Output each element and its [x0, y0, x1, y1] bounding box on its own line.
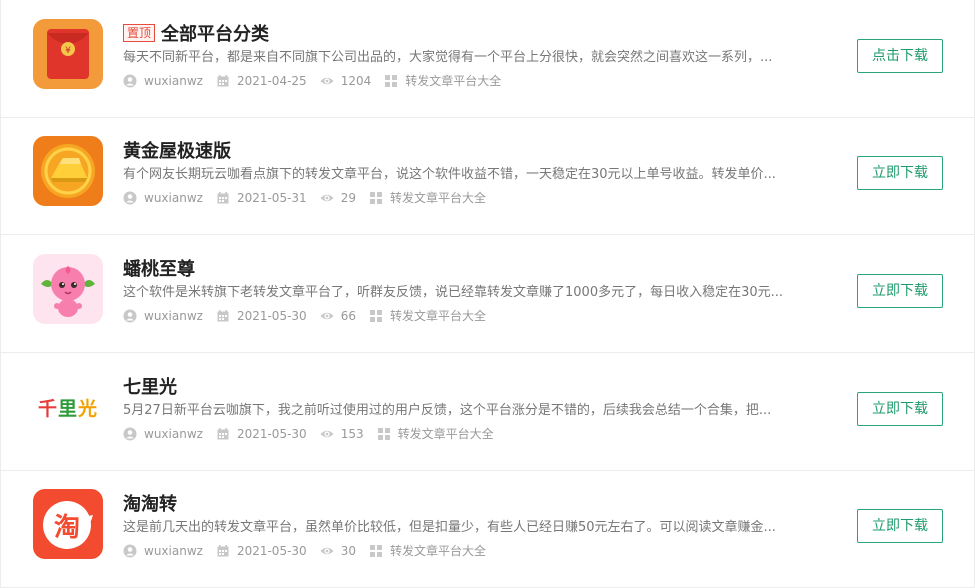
- category-link[interactable]: 转发文章平台大全: [398, 424, 494, 444]
- svg-text:¥: ¥: [65, 46, 71, 56]
- publish-date: 2021-05-30: [236, 427, 307, 441]
- item-description: 有个网友长期玩云咖看点旗下的转发文章平台，说这个软件收益不错，一天稳定在30元以…: [123, 167, 776, 182]
- publish-date: 2021-05-30: [236, 309, 307, 323]
- category-link[interactable]: 转发文章平台大全: [390, 188, 486, 208]
- item-title[interactable]: 七里光: [123, 373, 177, 399]
- author-name: wuxianwz: [144, 544, 203, 558]
- grid-icon: [369, 544, 383, 558]
- item-description: 每天不同新平台，都是来自不同旗下公司出品的，大家觉得有一个平台上分很快，就会突然…: [123, 50, 773, 65]
- peach-mascot-logo[interactable]: [33, 254, 103, 324]
- list-item[interactable]: 黄金屋极速版 有个网友长期玩云咖看点旗下的转发文章平台，说这个软件收益不错，一天…: [0, 117, 975, 235]
- view-count: 153: [340, 427, 364, 441]
- download-button[interactable]: 立即下载: [857, 274, 943, 308]
- author-name: wuxianwz: [144, 191, 203, 205]
- item-title[interactable]: 全部平台分类: [161, 20, 269, 46]
- download-button[interactable]: 立即下载: [857, 156, 943, 190]
- list-item[interactable]: 淘 淘淘转 这是前几天出的转发文章平台，虽然单价比较低，但是扣量少，有些人已经日…: [0, 470, 975, 588]
- calendar-icon: [216, 544, 230, 558]
- view-count: 66: [340, 309, 356, 323]
- category-link[interactable]: 转发文章平台大全: [390, 306, 486, 326]
- calendar-icon: [216, 74, 230, 88]
- logo-text: 淘: [53, 512, 80, 543]
- item-meta: wuxianwz 2021-04-25 1204 转发文章平台大全: [123, 71, 514, 91]
- item-title[interactable]: 淘淘转: [123, 490, 177, 516]
- view-count: 1204: [340, 74, 372, 88]
- user-icon: [123, 74, 137, 88]
- eye-icon: [320, 309, 334, 323]
- category-link[interactable]: 转发文章平台大全: [390, 541, 486, 561]
- list-item[interactable]: ¥ 置顶 全部平台分类 每天不同新平台，都是来自不同旗下公司出品的，大家觉得有一…: [0, 0, 975, 118]
- item-meta: wuxianwz 2021-05-31 29 转发文章平台大全: [123, 188, 499, 208]
- author-name: wuxianwz: [144, 74, 203, 88]
- grid-icon: [369, 191, 383, 205]
- item-meta: wuxianwz 2021-05-30 153 转发文章平台大全: [123, 424, 507, 444]
- download-button[interactable]: 立即下载: [857, 392, 943, 426]
- item-meta: wuxianwz 2021-05-30 66 转发文章平台大全: [123, 306, 499, 326]
- grid-icon: [377, 427, 391, 441]
- grid-icon: [369, 309, 383, 323]
- publish-date: 2021-04-25: [236, 74, 307, 88]
- item-description: 5月27日新平台云咖旗下，我之前听过使用过的用户反馈，这个平台涨分是不错的，后续…: [123, 403, 772, 418]
- author-name: wuxianwz: [144, 427, 203, 441]
- download-button[interactable]: 点击下载: [857, 39, 943, 73]
- user-icon: [123, 309, 137, 323]
- publish-date: 2021-05-31: [236, 191, 307, 205]
- list-item[interactable]: 千里光 七里光 5月27日新平台云咖旗下，我之前听过使用过的用户反馈，这个平台涨…: [0, 353, 975, 471]
- taotaozhuan-logo[interactable]: 淘: [33, 489, 103, 559]
- eye-icon: [320, 191, 334, 205]
- item-description: 这个软件是米转旗下老转发文章平台了，听群友反馈，说已经靠转发文章赚了1000多元…: [123, 285, 784, 300]
- user-icon: [123, 544, 137, 558]
- pinned-badge: 置顶: [123, 24, 156, 42]
- calendar-icon: [216, 427, 230, 441]
- eye-icon: [320, 427, 334, 441]
- list-item[interactable]: 蟠桃至尊 这个软件是米转旗下老转发文章平台了，听群友反馈，说已经靠转发文章赚了1…: [0, 235, 975, 353]
- user-icon: [123, 191, 137, 205]
- qiliguang-text-logo[interactable]: 千里光: [33, 372, 103, 442]
- view-count: 30: [340, 544, 356, 558]
- author-name: wuxianwz: [144, 309, 203, 323]
- publish-date: 2021-05-30: [236, 544, 307, 558]
- item-description: 这是前几天出的转发文章平台，虽然单价比较低，但是扣量少，有些人已经日赚50元左右…: [123, 520, 776, 535]
- item-title[interactable]: 黄金屋极速版: [123, 137, 231, 163]
- view-count: 29: [340, 191, 356, 205]
- category-link[interactable]: 转发文章平台大全: [405, 71, 501, 91]
- download-button[interactable]: 立即下载: [857, 509, 943, 543]
- calendar-icon: [216, 309, 230, 323]
- gold-bar-logo[interactable]: [33, 136, 103, 206]
- grid-icon: [384, 74, 398, 88]
- eye-icon: [320, 74, 334, 88]
- user-icon: [123, 427, 137, 441]
- item-meta: wuxianwz 2021-05-30 30 转发文章平台大全: [123, 541, 499, 561]
- logo-text: 千里光: [38, 394, 98, 421]
- eye-icon: [320, 544, 334, 558]
- article-list: ¥ 置顶 全部平台分类 每天不同新平台，都是来自不同旗下公司出品的，大家觉得有一…: [0, 0, 975, 588]
- calendar-icon: [216, 191, 230, 205]
- red-envelope-logo[interactable]: ¥: [33, 19, 103, 89]
- item-title[interactable]: 蟠桃至尊: [123, 255, 195, 281]
